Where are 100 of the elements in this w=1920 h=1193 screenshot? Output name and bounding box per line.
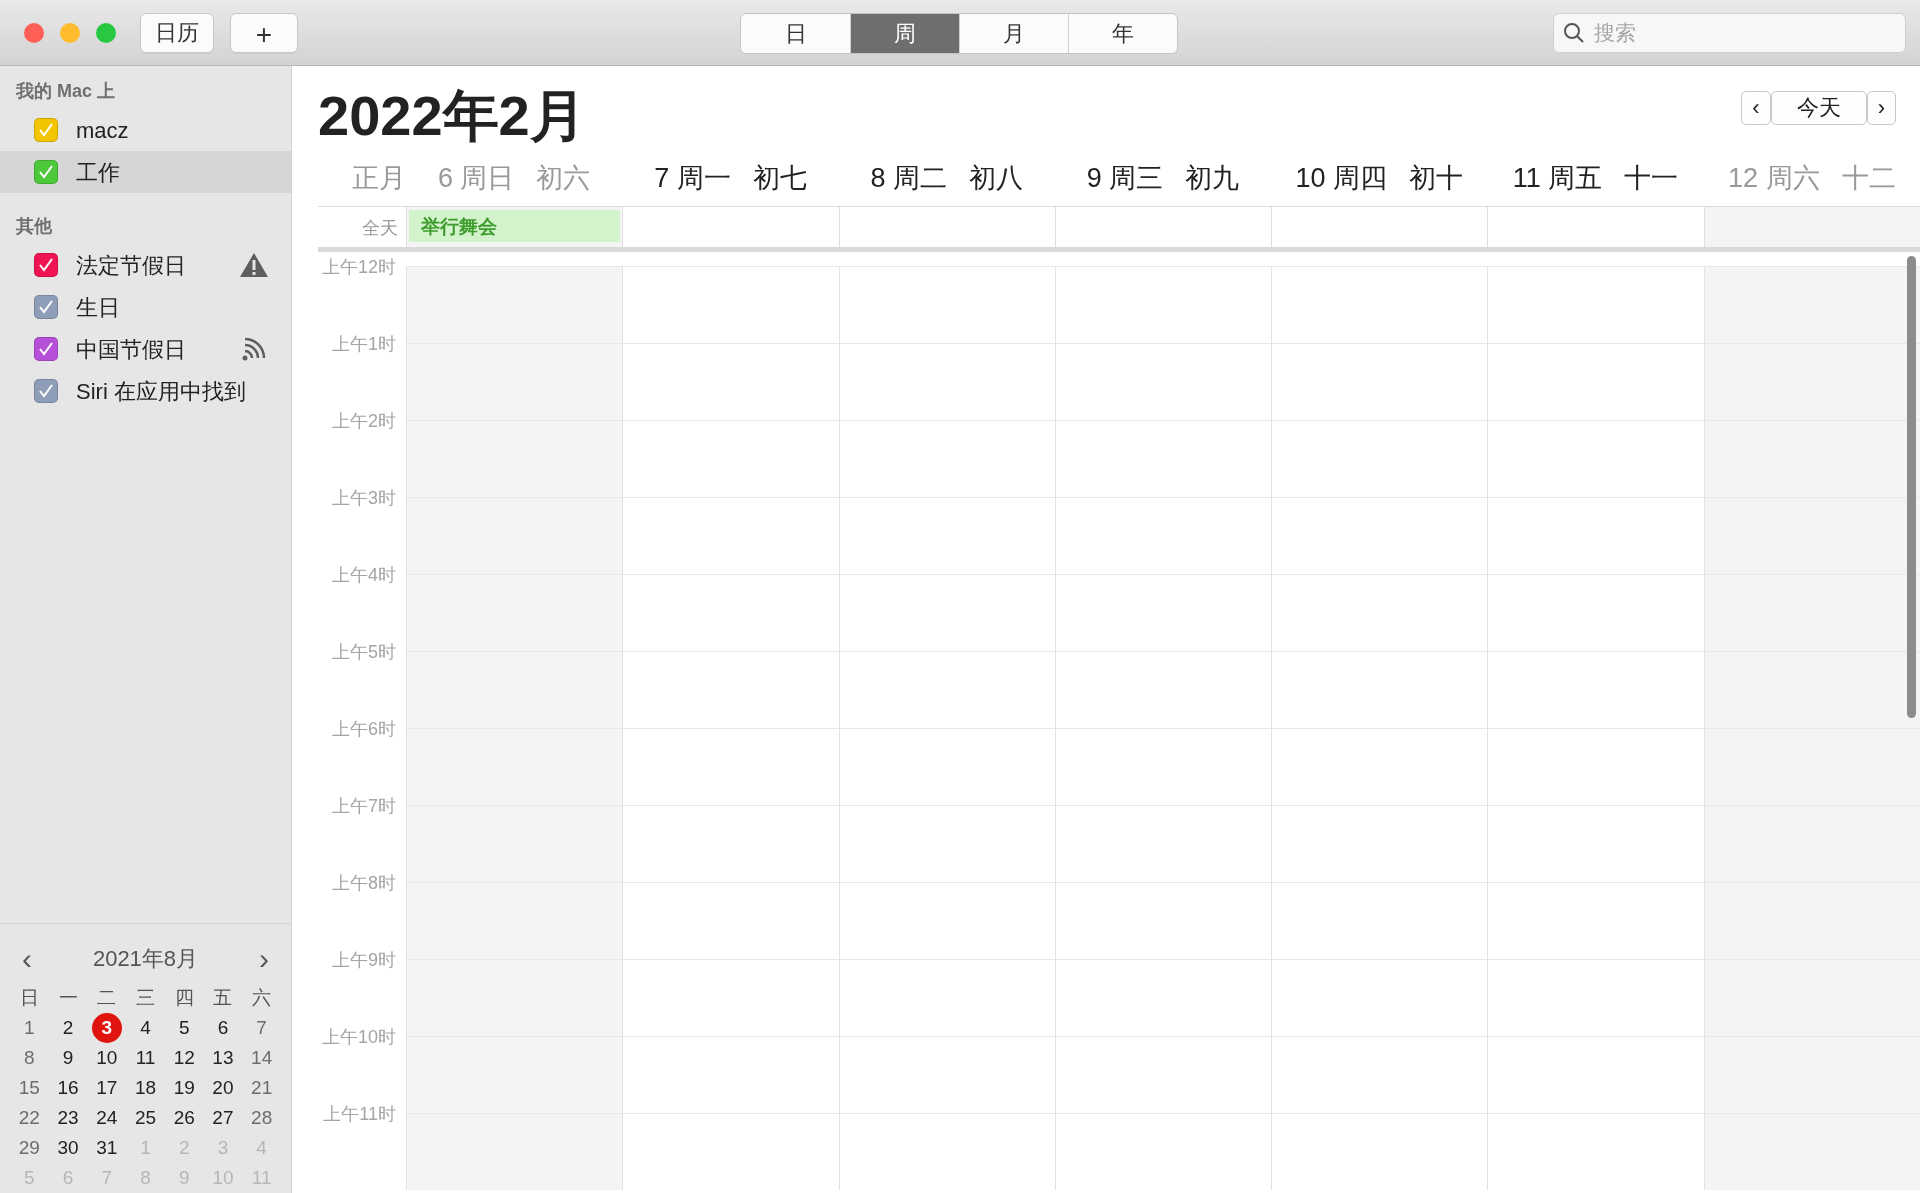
day-number[interactable]: 11 bbox=[135, 1043, 156, 1073]
day-number[interactable]: 30 bbox=[57, 1133, 79, 1163]
day-number[interactable]: 19 bbox=[173, 1073, 195, 1103]
view-tab[interactable]: 年 bbox=[1068, 14, 1177, 53]
day-number[interactable]: 28 bbox=[251, 1103, 273, 1133]
day-number[interactable]: 21 bbox=[251, 1073, 273, 1103]
checkbox[interactable] bbox=[34, 253, 58, 277]
day-number[interactable]: 16 bbox=[57, 1073, 79, 1103]
day-number[interactable]: 29 bbox=[18, 1133, 40, 1163]
view-tab[interactable]: 日 bbox=[741, 14, 850, 53]
day-number[interactable]: 26 bbox=[173, 1103, 195, 1133]
time-slot[interactable] bbox=[1054, 959, 1272, 1036]
time-slot[interactable] bbox=[1271, 497, 1488, 574]
day-number[interactable]: 27 bbox=[212, 1103, 234, 1133]
search-field[interactable]: 搜索 bbox=[1553, 12, 1906, 53]
all-day-slot[interactable] bbox=[1703, 207, 1920, 247]
time-slot[interactable] bbox=[1054, 266, 1272, 343]
time-slot[interactable] bbox=[1271, 805, 1488, 882]
calendar-name: 工作 bbox=[76, 158, 121, 187]
previous-month-button[interactable]: ‹ bbox=[16, 943, 38, 974]
time-slot[interactable] bbox=[1054, 343, 1272, 420]
checkbox[interactable] bbox=[34, 160, 58, 184]
next-month-button[interactable]: › bbox=[253, 943, 275, 974]
time-slot[interactable] bbox=[1054, 728, 1272, 805]
day-number[interactable]: 6 bbox=[217, 1013, 229, 1043]
day-number[interactable]: 9 bbox=[62, 1043, 74, 1073]
day-number[interactable]: 5 bbox=[178, 1013, 190, 1043]
day-number[interactable]: 7 bbox=[256, 1013, 267, 1043]
time-slot[interactable] bbox=[1271, 343, 1488, 420]
time-slot[interactable] bbox=[1271, 651, 1488, 728]
day-number[interactable]: 13 bbox=[212, 1043, 234, 1073]
calendar-name: 法定节假日 bbox=[76, 251, 187, 280]
day-number[interactable]: 12 bbox=[173, 1043, 195, 1073]
day-number[interactable]: 4 bbox=[140, 1013, 151, 1043]
next-week-button[interactable]: › bbox=[1866, 91, 1896, 125]
day-number[interactable]: 31 bbox=[96, 1133, 118, 1163]
calendar-item[interactable]: 法定节假日 bbox=[0, 244, 291, 286]
calendars-button[interactable]: 日历 bbox=[140, 12, 214, 53]
time-slot[interactable] bbox=[1054, 882, 1272, 959]
minimize-button[interactable] bbox=[60, 22, 80, 43]
day-number[interactable]: 22 bbox=[18, 1103, 40, 1133]
checkbox[interactable] bbox=[34, 337, 58, 361]
time-slot[interactable] bbox=[1271, 266, 1488, 343]
calendar-item[interactable]: 生日 bbox=[0, 286, 291, 328]
scrollbar[interactable] bbox=[1907, 256, 1916, 718]
calendar-item[interactable]: 中国节假日 bbox=[0, 328, 291, 370]
time-slot[interactable] bbox=[1271, 1036, 1488, 1113]
time-slot[interactable] bbox=[1271, 1113, 1488, 1190]
calendar-item[interactable]: macz bbox=[0, 109, 291, 151]
time-slot[interactable] bbox=[1054, 805, 1272, 882]
checkbox[interactable] bbox=[34, 295, 58, 319]
day-number[interactable]: 3 bbox=[91, 1013, 122, 1043]
time-slot[interactable] bbox=[1703, 343, 1920, 420]
calendar-item[interactable]: 工作 bbox=[0, 151, 291, 193]
view-tab[interactable]: 月 bbox=[959, 14, 1068, 53]
calendar-item[interactable]: Siri 在应用中找到 bbox=[0, 370, 291, 412]
lunar-date: 初七 bbox=[752, 161, 807, 195]
close-button[interactable] bbox=[24, 22, 44, 43]
time-slot[interactable] bbox=[1054, 1036, 1272, 1113]
add-button[interactable]: + bbox=[230, 12, 298, 53]
calendar-name: 中国节假日 bbox=[76, 335, 187, 364]
month-title: 2022年2月 bbox=[318, 83, 586, 144]
time-slot[interactable] bbox=[1271, 420, 1488, 497]
zoom-button[interactable] bbox=[96, 22, 116, 43]
time-slot[interactable] bbox=[1703, 266, 1920, 343]
time-slot[interactable] bbox=[1271, 574, 1488, 651]
day-number[interactable]: 20 bbox=[212, 1073, 234, 1103]
time-slot[interactable] bbox=[1271, 882, 1488, 959]
time-slot[interactable] bbox=[1054, 420, 1272, 497]
checkmark-icon bbox=[38, 341, 54, 357]
day-number[interactable]: 18 bbox=[134, 1073, 157, 1103]
day-date: 9 周三 bbox=[1086, 161, 1164, 195]
day-number[interactable]: 23 bbox=[57, 1103, 79, 1133]
day-number[interactable]: 14 bbox=[251, 1043, 273, 1073]
time-slot[interactable] bbox=[1703, 574, 1920, 651]
weekday-label: 五 bbox=[212, 985, 234, 1010]
day-number[interactable]: 2 bbox=[62, 1013, 74, 1043]
view-tab[interactable]: 周 bbox=[850, 14, 959, 53]
day-number[interactable]: 25 bbox=[134, 1103, 157, 1133]
time-slot[interactable] bbox=[1271, 959, 1488, 1036]
checkbox[interactable] bbox=[34, 379, 58, 403]
day-number[interactable]: 24 bbox=[96, 1103, 118, 1133]
today-button[interactable]: 今天 bbox=[1770, 91, 1867, 125]
time-slot[interactable] bbox=[1054, 497, 1272, 574]
time-slot[interactable] bbox=[1054, 574, 1272, 651]
day-number[interactable]: 15 bbox=[18, 1073, 40, 1103]
time-slot[interactable] bbox=[1703, 420, 1920, 497]
time-slot[interactable] bbox=[1054, 651, 1272, 728]
day-number[interactable]: 1 bbox=[24, 1013, 35, 1043]
checkbox[interactable] bbox=[34, 118, 58, 142]
day-number[interactable]: 10 bbox=[96, 1043, 118, 1073]
day-number[interactable]: 8 bbox=[24, 1043, 35, 1073]
time-slot[interactable] bbox=[1054, 1113, 1272, 1190]
time-slot[interactable] bbox=[1703, 651, 1920, 728]
previous-week-button[interactable]: ‹ bbox=[1741, 91, 1771, 125]
day-number[interactable]: 17 bbox=[96, 1073, 118, 1103]
time-slot[interactable] bbox=[1703, 497, 1920, 574]
hour-label: 上午8时 bbox=[332, 872, 396, 895]
time-slot[interactable] bbox=[1271, 728, 1488, 805]
checkmark-icon bbox=[38, 122, 54, 138]
